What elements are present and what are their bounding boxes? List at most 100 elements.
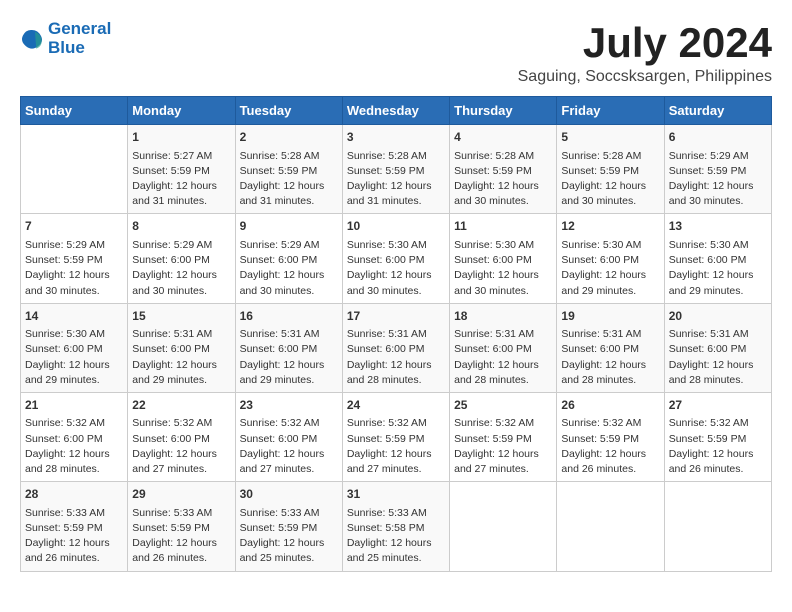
calendar-cell: 22 Sunrise: 5:32 AM Sunset: 6:00 PM Dayli… xyxy=(128,392,235,481)
day-number: 31 xyxy=(347,486,445,503)
calendar-cell: 30 Sunrise: 5:33 AM Sunset: 5:59 PM Dayli… xyxy=(235,482,342,571)
calendar-cell: 20 Sunrise: 5:31 AM Sunset: 6:00 PM Dayli… xyxy=(664,303,771,392)
weekday-header-cell: Thursday xyxy=(450,97,557,125)
weekday-header-row: SundayMondayTuesdayWednesdayThursdayFrid… xyxy=(21,97,772,125)
calendar-cell: 11 Sunrise: 5:30 AM Sunset: 6:00 PM Dayli… xyxy=(450,214,557,303)
calendar-week-row: 28 Sunrise: 5:33 AM Sunset: 5:59 PM Dayli… xyxy=(21,482,772,571)
day-number: 9 xyxy=(240,218,338,235)
day-number: 23 xyxy=(240,397,338,414)
cell-content: Sunrise: 5:28 AM Sunset: 5:59 PM Dayligh… xyxy=(561,149,659,210)
day-number: 30 xyxy=(240,486,338,503)
day-number: 3 xyxy=(347,129,445,146)
day-number: 15 xyxy=(132,308,230,325)
calendar-cell: 12 Sunrise: 5:30 AM Sunset: 6:00 PM Dayli… xyxy=(557,214,664,303)
day-number: 10 xyxy=(347,218,445,235)
cell-content: Sunrise: 5:30 AM Sunset: 6:00 PM Dayligh… xyxy=(669,238,767,299)
calendar-week-row: 1Sunrise: 5:27 AM Sunset: 5:59 PM Daylig… xyxy=(21,125,772,214)
cell-content: Sunrise: 5:28 AM Sunset: 5:59 PM Dayligh… xyxy=(240,149,338,210)
cell-content: Sunrise: 5:33 AM Sunset: 5:58 PM Dayligh… xyxy=(347,506,445,567)
cell-content: Sunrise: 5:31 AM Sunset: 6:00 PM Dayligh… xyxy=(454,327,552,388)
cell-content: Sunrise: 5:28 AM Sunset: 5:59 PM Dayligh… xyxy=(454,149,552,210)
cell-content: Sunrise: 5:30 AM Sunset: 6:00 PM Dayligh… xyxy=(561,238,659,299)
calendar-cell: 9Sunrise: 5:29 AM Sunset: 6:00 PM Daylig… xyxy=(235,214,342,303)
day-number: 6 xyxy=(669,129,767,146)
title-block: July 2024 Saguing, Soccsksargen, Philipp… xyxy=(518,20,772,86)
day-number: 16 xyxy=(240,308,338,325)
calendar-cell: 16 Sunrise: 5:31 AM Sunset: 6:00 PM Dayli… xyxy=(235,303,342,392)
cell-content: Sunrise: 5:29 AM Sunset: 5:59 PM Dayligh… xyxy=(669,149,767,210)
cell-content: Sunrise: 5:29 AM Sunset: 5:59 PM Dayligh… xyxy=(25,238,123,299)
calendar-cell: 15 Sunrise: 5:31 AM Sunset: 6:00 PM Dayli… xyxy=(128,303,235,392)
cell-content: Sunrise: 5:33 AM Sunset: 5:59 PM Dayligh… xyxy=(25,506,123,567)
day-number: 29 xyxy=(132,486,230,503)
calendar-week-row: 14 Sunrise: 5:30 AM Sunset: 6:00 PM Dayli… xyxy=(21,303,772,392)
calendar-cell: 1Sunrise: 5:27 AM Sunset: 5:59 PM Daylig… xyxy=(128,125,235,214)
cell-content: Sunrise: 5:28 AM Sunset: 5:59 PM Dayligh… xyxy=(347,149,445,210)
calendar-table: SundayMondayTuesdayWednesdayThursdayFrid… xyxy=(20,96,772,571)
calendar-cell: 5Sunrise: 5:28 AM Sunset: 5:59 PM Daylig… xyxy=(557,125,664,214)
weekday-header-cell: Sunday xyxy=(21,97,128,125)
cell-content: Sunrise: 5:33 AM Sunset: 5:59 PM Dayligh… xyxy=(132,506,230,567)
day-number: 11 xyxy=(454,218,552,235)
calendar-cell: 4 Sunrise: 5:28 AM Sunset: 5:59 PM Daylig… xyxy=(450,125,557,214)
cell-content: Sunrise: 5:30 AM Sunset: 6:00 PM Dayligh… xyxy=(347,238,445,299)
day-number: 28 xyxy=(25,486,123,503)
calendar-cell: 25 Sunrise: 5:32 AM Sunset: 5:59 PM Dayli… xyxy=(450,392,557,481)
cell-content: Sunrise: 5:29 AM Sunset: 6:00 PM Dayligh… xyxy=(132,238,230,299)
calendar-cell: 28 Sunrise: 5:33 AM Sunset: 5:59 PM Dayli… xyxy=(21,482,128,571)
calendar-cell: 6 Sunrise: 5:29 AM Sunset: 5:59 PM Daylig… xyxy=(664,125,771,214)
day-number: 12 xyxy=(561,218,659,235)
calendar-cell: 2 Sunrise: 5:28 AM Sunset: 5:59 PM Daylig… xyxy=(235,125,342,214)
location: Saguing, Soccsksargen, Philippines xyxy=(518,68,772,86)
day-number: 18 xyxy=(454,308,552,325)
calendar-cell: 3 Sunrise: 5:28 AM Sunset: 5:59 PM Daylig… xyxy=(342,125,449,214)
weekday-header-cell: Friday xyxy=(557,97,664,125)
cell-content: Sunrise: 5:32 AM Sunset: 6:00 PM Dayligh… xyxy=(132,416,230,477)
day-number: 19 xyxy=(561,308,659,325)
day-number: 22 xyxy=(132,397,230,414)
calendar-week-row: 21Sunrise: 5:32 AM Sunset: 6:00 PM Dayli… xyxy=(21,392,772,481)
day-number: 1 xyxy=(132,129,230,146)
cell-content: Sunrise: 5:31 AM Sunset: 6:00 PM Dayligh… xyxy=(347,327,445,388)
cell-content: Sunrise: 5:32 AM Sunset: 6:00 PM Dayligh… xyxy=(25,416,123,477)
calendar-cell: 21Sunrise: 5:32 AM Sunset: 6:00 PM Dayli… xyxy=(21,392,128,481)
cell-content: Sunrise: 5:33 AM Sunset: 5:59 PM Dayligh… xyxy=(240,506,338,567)
day-number: 24 xyxy=(347,397,445,414)
calendar-cell: 18 Sunrise: 5:31 AM Sunset: 6:00 PM Dayli… xyxy=(450,303,557,392)
calendar-cell xyxy=(450,482,557,571)
day-number: 27 xyxy=(669,397,767,414)
day-number: 2 xyxy=(240,129,338,146)
logo-text: General Blue xyxy=(48,20,111,57)
day-number: 4 xyxy=(454,129,552,146)
weekday-header-cell: Tuesday xyxy=(235,97,342,125)
calendar-cell: 10 Sunrise: 5:30 AM Sunset: 6:00 PM Dayli… xyxy=(342,214,449,303)
cell-content: Sunrise: 5:31 AM Sunset: 6:00 PM Dayligh… xyxy=(132,327,230,388)
calendar-cell xyxy=(557,482,664,571)
cell-content: Sunrise: 5:31 AM Sunset: 6:00 PM Dayligh… xyxy=(240,327,338,388)
calendar-cell xyxy=(21,125,128,214)
month-title: July 2024 xyxy=(518,20,772,66)
day-number: 7 xyxy=(25,218,123,235)
day-number: 25 xyxy=(454,397,552,414)
cell-content: Sunrise: 5:32 AM Sunset: 5:59 PM Dayligh… xyxy=(561,416,659,477)
calendar-cell: 29 Sunrise: 5:33 AM Sunset: 5:59 PM Dayli… xyxy=(128,482,235,571)
cell-content: Sunrise: 5:32 AM Sunset: 5:59 PM Dayligh… xyxy=(454,416,552,477)
cell-content: Sunrise: 5:30 AM Sunset: 6:00 PM Dayligh… xyxy=(454,238,552,299)
cell-content: Sunrise: 5:31 AM Sunset: 6:00 PM Dayligh… xyxy=(669,327,767,388)
logo: General Blue xyxy=(20,20,111,57)
day-number: 26 xyxy=(561,397,659,414)
day-number: 20 xyxy=(669,308,767,325)
page-header: General Blue July 2024 Saguing, Soccsksa… xyxy=(20,20,772,86)
day-number: 13 xyxy=(669,218,767,235)
day-number: 8 xyxy=(132,218,230,235)
calendar-cell: 13 Sunrise: 5:30 AM Sunset: 6:00 PM Dayli… xyxy=(664,214,771,303)
calendar-cell xyxy=(664,482,771,571)
weekday-header-cell: Saturday xyxy=(664,97,771,125)
calendar-cell: 31 Sunrise: 5:33 AM Sunset: 5:58 PM Dayli… xyxy=(342,482,449,571)
day-number: 14 xyxy=(25,308,123,325)
cell-content: Sunrise: 5:30 AM Sunset: 6:00 PM Dayligh… xyxy=(25,327,123,388)
calendar-cell: 14 Sunrise: 5:30 AM Sunset: 6:00 PM Dayli… xyxy=(21,303,128,392)
calendar-cell: 26 Sunrise: 5:32 AM Sunset: 5:59 PM Dayli… xyxy=(557,392,664,481)
calendar-cell: 27Sunrise: 5:32 AM Sunset: 5:59 PM Dayli… xyxy=(664,392,771,481)
calendar-cell: 24Sunrise: 5:32 AM Sunset: 5:59 PM Dayli… xyxy=(342,392,449,481)
